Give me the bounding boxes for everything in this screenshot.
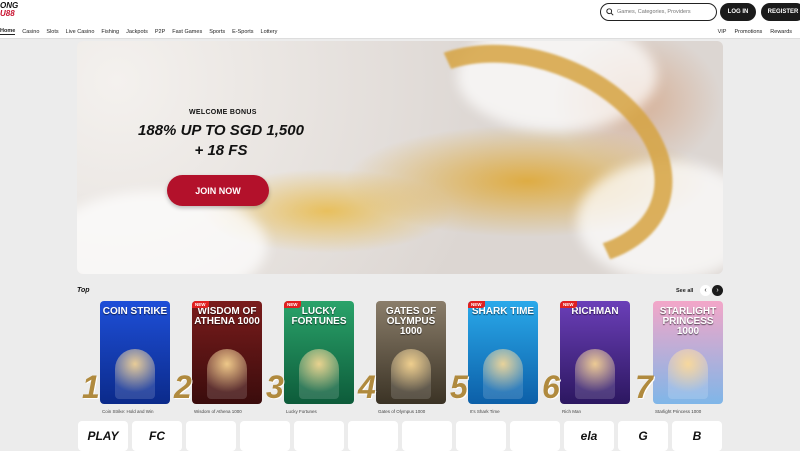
search-icon <box>606 8 614 16</box>
game-art <box>483 349 523 399</box>
game-art <box>391 349 431 399</box>
hero-banner[interactable]: WELCOME BONUS 188% UP TO SGD 1,500 + 18 … <box>77 41 723 274</box>
bonus-headline-line-1: 188% UP TO SGD 1,500 <box>138 122 304 139</box>
provider-logo[interactable] <box>456 421 506 451</box>
site-header: ONG U88 LOG IN REGISTER <box>0 0 800 24</box>
new-badge: NEW <box>192 301 209 308</box>
provider-logo[interactable] <box>348 421 398 451</box>
provider-logo[interactable]: FC <box>132 421 182 451</box>
game-card-title: GATES OF OLYMPUS 1000 <box>385 306 437 337</box>
game-card-title: STARLIGHT PRINCESS 1000 <box>659 306 717 337</box>
nav-item-vip[interactable]: VIP <box>718 29 727 35</box>
game-card[interactable]: LUCKY FORTUNES NEW <box>284 301 354 404</box>
game-art <box>207 349 247 399</box>
nav-item-live-casino[interactable]: Live Casino <box>66 29 95 35</box>
main-nav: Home Casino Slots Live Casino Fishing Ja… <box>0 24 800 39</box>
register-button[interactable]: REGISTER <box>761 3 800 21</box>
nav-item-promotions[interactable]: Promotions <box>734 29 762 35</box>
provider-logo[interactable]: ela <box>564 421 614 451</box>
site-logo[interactable]: ONG U88 <box>0 2 22 22</box>
game-art <box>299 349 339 399</box>
rank-number: 4 <box>358 369 376 405</box>
nav-item-p2p[interactable]: P2P <box>155 29 165 35</box>
chevron-left-icon[interactable]: ‹ <box>700 285 711 296</box>
game-caption[interactable]: Gates of Olympus 1000 <box>378 409 425 414</box>
game-art <box>115 349 155 399</box>
game-card-title: WISDOM OF ATHENA 1000 <box>194 306 260 327</box>
game-art <box>668 349 708 399</box>
nav-item-home[interactable]: Home <box>0 28 16 35</box>
provider-logo[interactable]: B <box>672 421 722 451</box>
nav-right: VIP Promotions Rewards <box>710 24 792 39</box>
see-all-link[interactable]: See all <box>676 288 693 294</box>
game-card[interactable]: SHARK TIME NEW <box>468 301 538 404</box>
game-card[interactable]: STARLIGHT PRINCESS 1000 <box>653 301 723 404</box>
join-now-button[interactable]: JOIN NOW <box>167 175 269 206</box>
game-caption[interactable]: Lucky Fortunes <box>286 409 317 414</box>
logo-line-2: U88 <box>0 9 15 18</box>
provider-logo[interactable] <box>294 421 344 451</box>
game-caption[interactable]: Rich Man <box>562 409 581 414</box>
provider-logo[interactable] <box>510 421 560 451</box>
game-caption[interactable]: Wisdom of Athena 1000 <box>194 409 242 414</box>
new-badge: NEW <box>468 301 485 308</box>
nav-item-slots[interactable]: Slots <box>46 29 58 35</box>
search-box[interactable] <box>600 3 717 21</box>
game-caption[interactable]: Coin Strike: Hold and Win <box>102 409 154 414</box>
rank-number: 7 <box>635 369 653 405</box>
welcome-bonus-label: WELCOME BONUS <box>189 109 257 116</box>
game-card[interactable]: GATES OF OLYMPUS 1000 <box>376 301 446 404</box>
nav-item-casino[interactable]: Casino <box>22 29 39 35</box>
new-badge: NEW <box>560 301 577 308</box>
new-badge: NEW <box>284 301 301 308</box>
game-card-title: COIN STRIKE <box>102 306 168 317</box>
rank-number: 1 <box>82 369 100 405</box>
nav-item-sports[interactable]: Sports <box>209 29 225 35</box>
provider-logo[interactable]: PLAY <box>78 421 128 451</box>
game-card-title: RICHMAN <box>571 306 619 317</box>
game-caption[interactable]: Starlight Princess 1000 <box>655 409 701 414</box>
game-caption[interactable]: It's Shark Time <box>470 409 500 414</box>
nav-item-jackpots[interactable]: Jackpots <box>126 29 148 35</box>
game-card-title: SHARK TIME <box>471 306 535 317</box>
game-card[interactable]: WISDOM OF ATHENA 1000 NEW <box>192 301 262 404</box>
search-input[interactable] <box>617 6 713 18</box>
nav-item-fast-games[interactable]: Fast Games <box>172 29 202 35</box>
provider-logo[interactable] <box>186 421 236 451</box>
nav-item-esports[interactable]: E-Sports <box>232 29 253 35</box>
nav-item-fishing[interactable]: Fishing <box>101 29 119 35</box>
rank-number: 3 <box>266 369 284 405</box>
rank-number: 2 <box>174 369 192 405</box>
nav-left: Home Casino Slots Live Casino Fishing Ja… <box>0 24 284 39</box>
provider-logo[interactable]: G <box>618 421 668 451</box>
nav-item-rewards[interactable]: Rewards <box>770 29 792 35</box>
game-card[interactable]: RICHMAN NEW <box>560 301 630 404</box>
chevron-right-icon[interactable]: › <box>712 285 723 296</box>
provider-logo[interactable] <box>402 421 452 451</box>
rank-number: 5 <box>450 369 468 405</box>
login-button[interactable]: LOG IN <box>720 3 756 21</box>
provider-logo[interactable] <box>240 421 290 451</box>
game-card-title: LUCKY FORTUNES <box>291 306 347 327</box>
game-art <box>575 349 615 399</box>
bonus-headline-line-2: + 18 FS <box>194 142 248 159</box>
rank-number: 6 <box>542 369 560 405</box>
bonus-headline: 188% UP TO SGD 1,500 + 18 FS <box>121 121 321 161</box>
section-title-top: Top <box>77 287 90 294</box>
game-card[interactable]: COIN STRIKE <box>100 301 170 404</box>
nav-item-lottery[interactable]: Lottery <box>261 29 278 35</box>
